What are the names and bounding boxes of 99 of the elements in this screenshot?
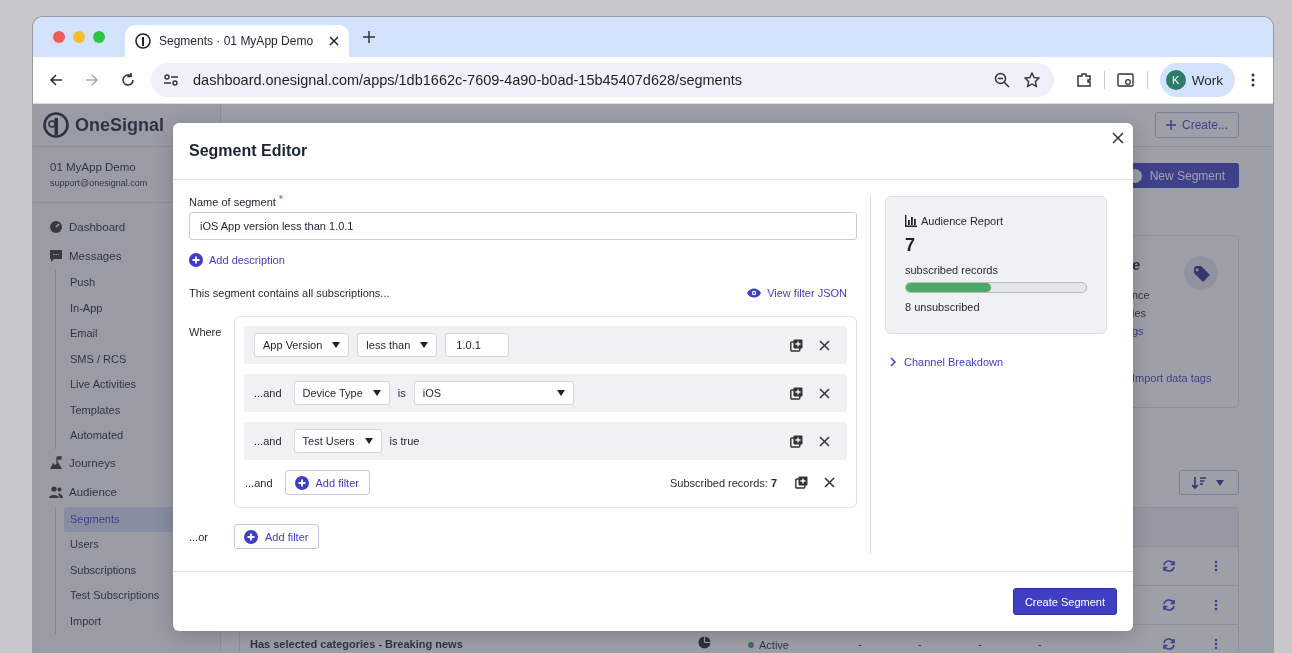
caret-icon	[364, 438, 373, 444]
back-icon[interactable]	[49, 73, 63, 87]
plus-circle-icon	[294, 475, 309, 490]
plus-circle-icon	[244, 529, 258, 544]
field-label: Name of segment	[189, 196, 276, 208]
dropdown[interactable]: App Version	[254, 333, 350, 357]
duplicate-icon[interactable]	[790, 434, 803, 448]
dropdown[interactable]: Device Type	[293, 381, 390, 405]
zoom-icon[interactable]	[993, 72, 1010, 88]
table-cell-text: -	[858, 638, 863, 650]
dialog-title: Segment Editor	[189, 142, 308, 160]
conjunction-label: ...and	[254, 435, 282, 447]
card-text: ies	[1132, 306, 1147, 321]
caret-icon	[556, 390, 565, 396]
subscribed-records-text: Subscribed records: 7	[670, 476, 777, 489]
duplicate-icon[interactable]	[790, 386, 803, 400]
plus-icon	[1165, 120, 1176, 130]
new-tab-icon[interactable]	[363, 31, 375, 43]
site-logo-icon	[135, 33, 151, 49]
caret-icon	[420, 342, 429, 348]
duplicate-icon[interactable]	[795, 476, 808, 489]
link[interactable]: gs	[1132, 322, 1144, 340]
gauge-icon	[49, 219, 63, 234]
status-text: Active	[748, 639, 789, 651]
chat-icon	[49, 248, 63, 263]
caret-icon	[1216, 479, 1224, 486]
window-control-icon[interactable]	[53, 31, 65, 43]
operator-text: is	[397, 387, 406, 399]
people-icon	[49, 485, 63, 499]
tag-icon	[1184, 256, 1218, 290]
close-icon[interactable]	[1112, 132, 1124, 144]
duplicate-icon[interactable]	[790, 338, 803, 352]
close-icon[interactable]	[819, 387, 830, 399]
dropdown[interactable]: Test Users	[293, 429, 382, 453]
tab-search-icon[interactable]	[1116, 72, 1135, 88]
close-icon[interactable]	[819, 435, 830, 447]
plus-circle-icon	[189, 253, 203, 267]
profile-button[interactable]: K Work	[1159, 63, 1235, 97]
flag-icon	[49, 456, 63, 470]
address-bar[interactable]: dashboard.onesignal.com/apps/1db1662c-7609-4a90-b0ad-15b45407d628/segments	[151, 63, 1054, 97]
caret-icon	[332, 342, 341, 348]
add-filter-button[interactable]: Add filter	[284, 470, 370, 495]
report-title: Audience Report	[921, 215, 1003, 227]
tab-title: Segments · 01 MyApp Demo	[159, 34, 315, 48]
dropdown[interactable]: iOS	[413, 381, 574, 405]
app-name: 01 MyApp Demo	[50, 161, 137, 173]
report-label: subscribed records	[905, 264, 999, 276]
link[interactable]: Import data tags	[1132, 369, 1212, 387]
eye-icon	[747, 288, 762, 298]
card-heading: e	[1132, 256, 1141, 275]
browser-tab[interactable]: Segments · 01 MyApp Demo	[125, 25, 349, 57]
extensions-icon[interactable]	[1075, 72, 1092, 88]
card-text: nce	[1132, 288, 1150, 303]
close-icon[interactable]	[819, 339, 830, 351]
create-segment-button[interactable]: Create Segment	[1012, 588, 1117, 615]
refresh-icon[interactable]	[1162, 637, 1176, 651]
brand-logo-icon	[43, 112, 69, 138]
table-cell-text: -	[918, 638, 923, 650]
url-text: dashboard.onesignal.com/apps/1db1662c-7609-4a90-b0ad-15b45407d628/segments	[193, 72, 742, 88]
create-button[interactable]: Create...	[1154, 112, 1239, 138]
dropdown[interactable]: less than	[357, 333, 438, 357]
unsubscribed-text: 8 unsubscribed	[905, 301, 981, 313]
refresh-icon[interactable]	[1162, 598, 1176, 612]
table-cell-text: -	[1038, 638, 1043, 650]
conjunction-label: ...or	[189, 530, 209, 543]
view-json-link[interactable]: View filter JSON	[747, 287, 847, 299]
brand-name: OneSignal	[75, 114, 164, 136]
channel-breakdown-toggle[interactable]: Channel Breakdown	[885, 356, 1004, 368]
more-icon[interactable]	[1251, 73, 1255, 87]
table-cell-text: -	[978, 638, 983, 650]
value-field[interactable]: 1.0.1	[445, 333, 510, 357]
sort-button[interactable]	[1179, 470, 1239, 495]
close-icon[interactable]	[329, 36, 339, 46]
caret-icon	[372, 390, 381, 396]
reload-icon[interactable]	[121, 73, 135, 87]
record-count: 7	[905, 235, 916, 256]
pie-chart-icon	[698, 636, 711, 649]
required-mark: *	[278, 193, 284, 207]
chevron-right-icon	[888, 357, 898, 367]
close-icon[interactable]	[824, 477, 835, 488]
refresh-icon[interactable]	[1162, 559, 1176, 573]
name-field[interactable]: iOS App version less than 1.0.1	[189, 212, 857, 240]
add-description-link[interactable]: Add description	[189, 253, 285, 267]
sort-icon	[1192, 475, 1206, 490]
summary-text: This segment contains all subscriptions...	[189, 287, 390, 299]
conjunction-label: ...and	[245, 476, 273, 489]
operator-text: is true	[389, 435, 420, 447]
bar-chart-icon	[905, 215, 917, 227]
nav-item[interactable]: Journeys	[49, 448, 220, 478]
star-icon[interactable]	[1023, 72, 1040, 88]
conjunction-label: ...and	[254, 387, 282, 399]
status-dot-icon	[748, 642, 754, 648]
nav-item[interactable]: Audience	[49, 477, 220, 507]
account-email: support@onesignal.com	[50, 178, 149, 188]
add-filter-button[interactable]: Add filter	[234, 524, 320, 549]
segment-name[interactable]: Has selected categories - Breaking news	[250, 638, 463, 650]
avatar: K	[1165, 70, 1186, 90]
where-label: Where	[189, 325, 223, 340]
site-settings-icon[interactable]	[163, 73, 179, 87]
